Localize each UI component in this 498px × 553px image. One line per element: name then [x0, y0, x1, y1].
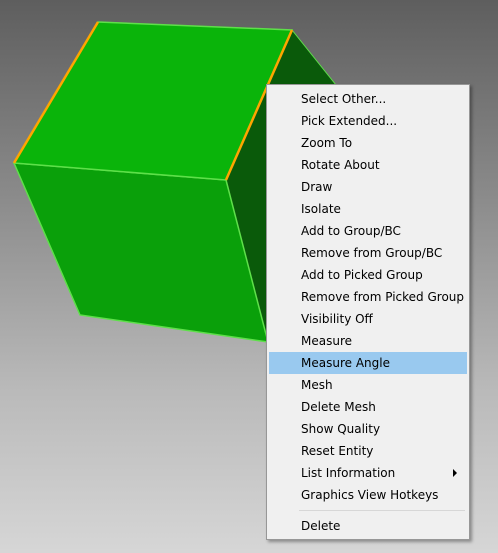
menu-item-add-to-picked-group[interactable]: Add to Picked Group: [269, 264, 467, 286]
menu-item-label: Measure: [301, 334, 352, 348]
menu-item-label: Remove from Group/BC: [301, 246, 443, 260]
menu-item-remove-from-group-bc[interactable]: Remove from Group/BC: [269, 242, 467, 264]
menu-item-show-quality[interactable]: Show Quality: [269, 418, 467, 440]
menu-item-label: Show Quality: [301, 422, 381, 436]
context-menu: Select Other... Pick Extended... Zoom To Ro…: [266, 84, 470, 540]
menu-item-list-information[interactable]: List Information: [269, 462, 467, 484]
menu-item-label: Visibility Off: [301, 312, 373, 326]
menu-item-label: Remove from Picked Group: [301, 290, 465, 304]
menu-item-label: Mesh: [301, 378, 333, 392]
menu-item-label: Delete Mesh: [301, 400, 376, 414]
menu-item-label: Select Other...: [301, 92, 387, 106]
menu-item-visibility-off[interactable]: Visibility Off: [269, 308, 467, 330]
menu-item-select-other[interactable]: Select Other...: [269, 88, 467, 110]
menu-item-label: Reset Entity: [301, 444, 374, 458]
menu-item-delete[interactable]: Delete: [269, 515, 467, 537]
menu-item-label: Add to Picked Group: [301, 268, 423, 282]
menu-item-mesh[interactable]: Mesh: [269, 374, 467, 396]
menu-item-label: Zoom To: [301, 136, 353, 150]
menu-item-measure[interactable]: Measure: [269, 330, 467, 352]
menu-item-delete-mesh[interactable]: Delete Mesh: [269, 396, 467, 418]
menu-item-remove-from-picked-group[interactable]: Remove from Picked Group: [269, 286, 467, 308]
menu-item-label: Measure Angle: [301, 356, 390, 370]
menu-separator: [299, 510, 465, 511]
menu-item-add-to-group-bc[interactable]: Add to Group/BC: [269, 220, 467, 242]
menu-item-label: Rotate About: [301, 158, 380, 172]
menu-item-reset-entity[interactable]: Reset Entity: [269, 440, 467, 462]
menu-item-isolate[interactable]: Isolate: [269, 198, 467, 220]
menu-item-graphics-view-hotkeys[interactable]: Graphics View Hotkeys: [269, 484, 467, 506]
menu-item-rotate-about[interactable]: Rotate About: [269, 154, 467, 176]
menu-item-label: List Information: [301, 466, 396, 480]
menu-item-measure-angle[interactable]: Measure Angle: [269, 352, 467, 374]
menu-item-label: Pick Extended...: [301, 114, 398, 128]
context-menu-items: Select Other... Pick Extended... Zoom To Ro…: [269, 88, 467, 506]
menu-item-label: Draw: [301, 180, 333, 194]
menu-item-zoom-to[interactable]: Zoom To: [269, 132, 467, 154]
submenu-arrow-icon: [453, 469, 457, 477]
menu-item-label: Add to Group/BC: [301, 224, 401, 238]
menu-item-draw[interactable]: Draw: [269, 176, 467, 198]
menu-item-pick-extended[interactable]: Pick Extended...: [269, 110, 467, 132]
menu-item-label: Isolate: [301, 202, 341, 216]
graphics-viewport[interactable]: Select Other... Pick Extended... Zoom To Ro…: [0, 0, 498, 553]
menu-item-label: Graphics View Hotkeys: [301, 488, 439, 502]
